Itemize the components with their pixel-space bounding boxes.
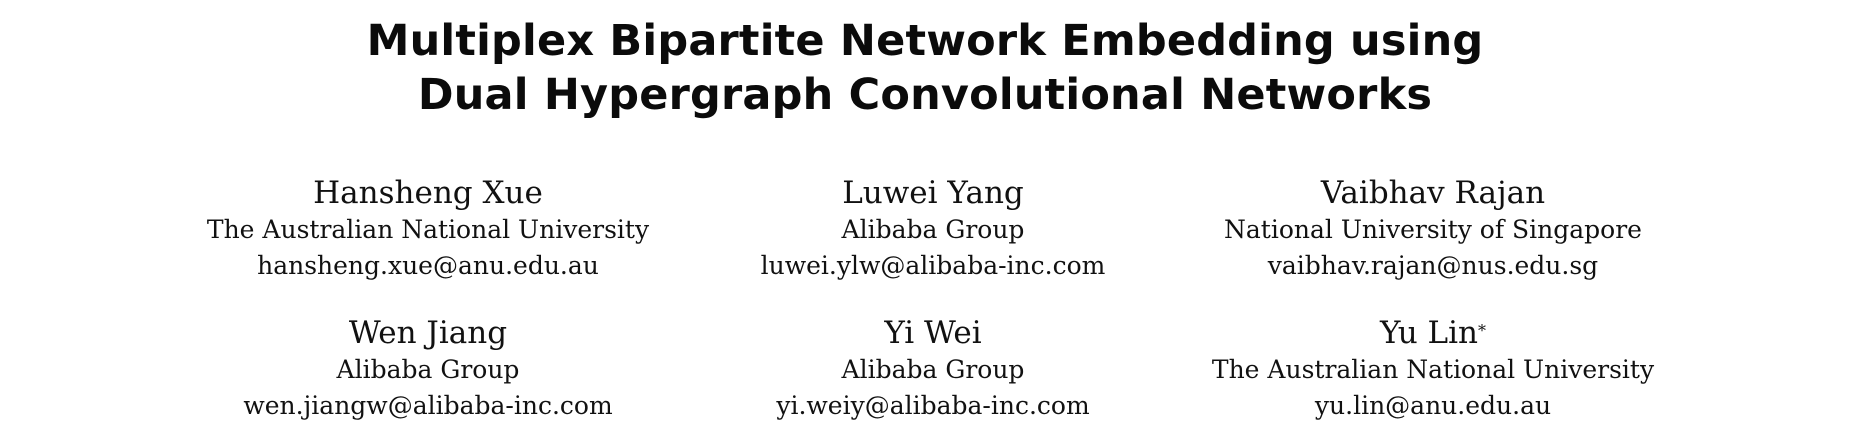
paper-title: Multiplex Bipartite Network Embedding us…	[0, 14, 1850, 122]
author-email: yu.lin@anu.edu.au	[1314, 391, 1552, 420]
author-name: Yu Lin*	[1379, 315, 1487, 351]
author-name: Wen Jiang	[348, 315, 508, 351]
author-email: vaibhav.rajan@nus.edu.sg	[1267, 251, 1599, 280]
author-block-luwei-yang: Luwei Yang Alibaba Group luwei.ylw@aliba…	[653, 174, 1213, 284]
author-block-wen-jiang: Wen Jiang Alibaba Group wen.jiangw@aliba…	[148, 314, 708, 424]
author-email: wen.jiangw@alibaba-inc.com	[243, 391, 613, 420]
author-block-hansheng-xue: Hansheng Xue The Australian National Uni…	[148, 174, 708, 284]
author-email: yi.weiy@alibaba-inc.com	[776, 391, 1090, 420]
author-block-vaibhav-rajan: Vaibhav Rajan National University of Sin…	[1153, 174, 1713, 284]
author-affiliation: The Australian National University	[1211, 355, 1655, 384]
author-affiliation: Alibaba Group	[336, 355, 520, 384]
paper-title-line-1: Multiplex Bipartite Network Embedding us…	[366, 16, 1484, 66]
author-email: hansheng.xue@anu.edu.au	[257, 251, 599, 280]
paper-header: Multiplex Bipartite Network Embedding us…	[0, 0, 1850, 426]
author-affiliation: Alibaba Group	[841, 355, 1025, 384]
author-name: Vaibhav Rajan	[1320, 175, 1546, 211]
author-affiliation: Alibaba Group	[841, 215, 1025, 244]
corresponding-author-marker: *	[1478, 321, 1487, 340]
author-name: Hansheng Xue	[313, 175, 543, 211]
author-affiliation: National University of Singapore	[1224, 215, 1642, 244]
author-name: Yi Wei	[884, 315, 982, 351]
author-affiliation: The Australian National University	[206, 215, 650, 244]
author-block-yu-lin: Yu Lin* The Australian National Universi…	[1153, 314, 1713, 424]
author-name: Luwei Yang	[842, 175, 1024, 211]
author-email: luwei.ylw@alibaba-inc.com	[760, 251, 1106, 280]
author-block-yi-wei: Yi Wei Alibaba Group yi.weiy@alibaba-inc…	[653, 314, 1213, 424]
paper-title-line-2: Dual Hypergraph Convolutional Networks	[417, 70, 1433, 120]
